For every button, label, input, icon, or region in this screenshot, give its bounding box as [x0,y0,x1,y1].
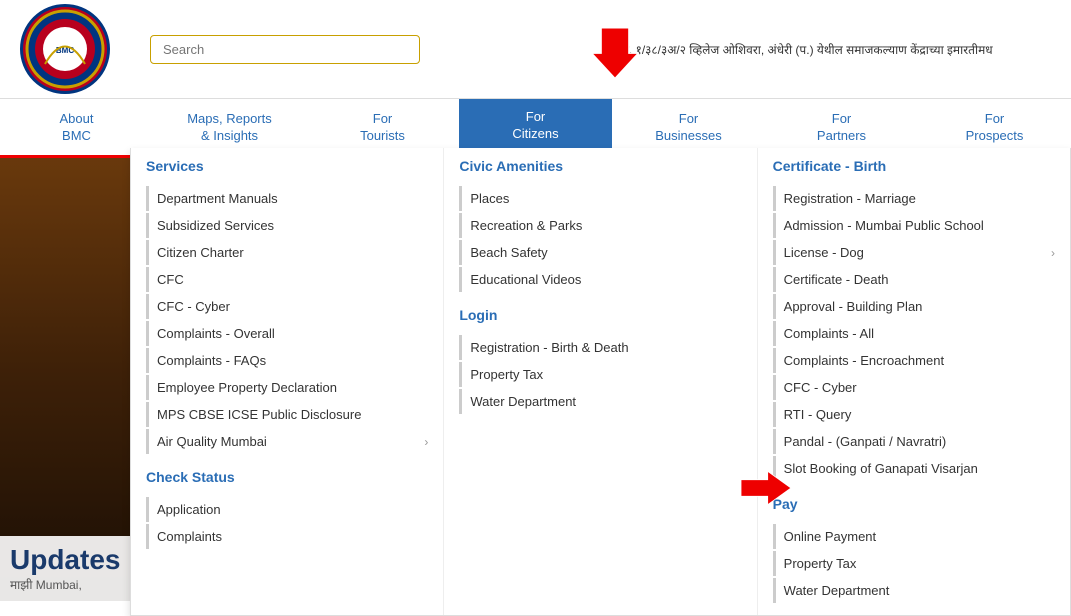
dd-air-quality[interactable]: Air Quality Mumbai › [146,429,428,454]
dd-complaints-encroachment[interactable]: Complaints - Encroachment [773,348,1055,373]
dd-cfc-cyber[interactable]: CFC - Cyber [146,294,428,319]
dd-slot-booking[interactable]: Slot Booking of Ganapati Visarjan [773,456,1055,481]
dd-water-pay[interactable]: Water Department [773,578,1055,603]
dropdown-col-certificate: Certificate - Birth Registration - Marri… [758,148,1070,615]
updates-item: माझी Mumbai, [10,576,120,593]
arrow-right-indicator [741,463,791,516]
dd-department-manuals[interactable]: Department Manuals [146,186,428,211]
dd-license-dog[interactable]: License - Dog › [773,240,1055,265]
dd-application[interactable]: Application [146,497,428,522]
arrow-down-indicator [590,28,640,81]
header: BMC भू. १/३८/३अ/२ व्हिलेज ओशिवरा, अंधेरी… [0,0,1071,99]
chevron-icon: › [424,435,428,449]
dd-login-water[interactable]: Water Department [459,389,741,414]
main-content [0,148,130,601]
dd-complaints-status[interactable]: Complaints [146,524,428,549]
search-bar [130,35,621,64]
search-input[interactable] [150,35,420,64]
logo-image: BMC [20,4,110,94]
dd-login-birth-death[interactable]: Registration - Birth & Death [459,335,741,360]
nav-partners[interactable]: For Partners [765,99,918,155]
dd-complaints-faqs[interactable]: Complaints - FAQs [146,348,428,373]
login-title: Login [459,307,741,327]
nav-citizens[interactable]: For Citizens [459,99,612,155]
services-title: Services [146,158,428,178]
dd-citizen-charter[interactable]: Citizen Charter [146,240,428,265]
chevron-icon-dog: › [1051,246,1055,260]
dd-mps-cbse[interactable]: MPS CBSE ICSE Public Disclosure [146,402,428,427]
dd-educational-videos[interactable]: Educational Videos [459,267,741,292]
nav-tourists[interactable]: For Tourists [306,99,459,155]
dd-beach-safety[interactable]: Beach Safety [459,240,741,265]
check-status-title: Check Status [146,469,428,489]
dropdown-col-amenities: Civic Amenities Places Recreation & Park… [444,148,757,615]
dd-online-payment[interactable]: Online Payment [773,524,1055,549]
dropdown-menu: Services Department Manuals Subsidized S… [130,148,1071,616]
updates-section: Updates माझी Mumbai, [0,536,130,601]
logo: BMC [0,4,130,94]
dd-rti-query[interactable]: RTI - Query [773,402,1055,427]
dd-employee-property[interactable]: Employee Property Declaration [146,375,428,400]
dd-login-property-tax[interactable]: Property Tax [459,362,741,387]
updates-title: Updates [10,544,120,576]
dd-cfc[interactable]: CFC [146,267,428,292]
dd-complaints-all[interactable]: Complaints - All [773,321,1055,346]
amenities-title: Civic Amenities [459,158,741,178]
dd-complaints-overall[interactable]: Complaints - Overall [146,321,428,346]
dd-subsidized[interactable]: Subsidized Services [146,213,428,238]
dd-approval-building[interactable]: Approval - Building Plan [773,294,1055,319]
dd-admission-mumbai[interactable]: Admission - Mumbai Public School [773,213,1055,238]
dd-places[interactable]: Places [459,186,741,211]
pay-title: Pay [773,496,1055,516]
dd-cert-death[interactable]: Certificate - Death [773,267,1055,292]
nav-about[interactable]: About BMC [0,99,153,155]
dropdown-col-services: Services Department Manuals Subsidized S… [131,148,444,615]
dd-recreation[interactable]: Recreation & Parks [459,213,741,238]
dd-property-tax-pay[interactable]: Property Tax [773,551,1055,576]
dd-reg-marriage[interactable]: Registration - Marriage [773,186,1055,211]
nav-maps[interactable]: Maps, Reports & Insights [153,99,306,155]
nav-businesses[interactable]: For Businesses [612,99,765,155]
dd-cfc-cyber-cert[interactable]: CFC - Cyber [773,375,1055,400]
nav-prospects[interactable]: For Prospects [918,99,1071,155]
ticker-text: भू. १/३८/३अ/२ व्हिलेज ओशिवरा, अंधेरी (प.… [621,41,1071,58]
dd-pandal[interactable]: Pandal - (Ganpati / Navratri) [773,429,1055,454]
certificate-title: Certificate - Birth [773,158,1055,178]
